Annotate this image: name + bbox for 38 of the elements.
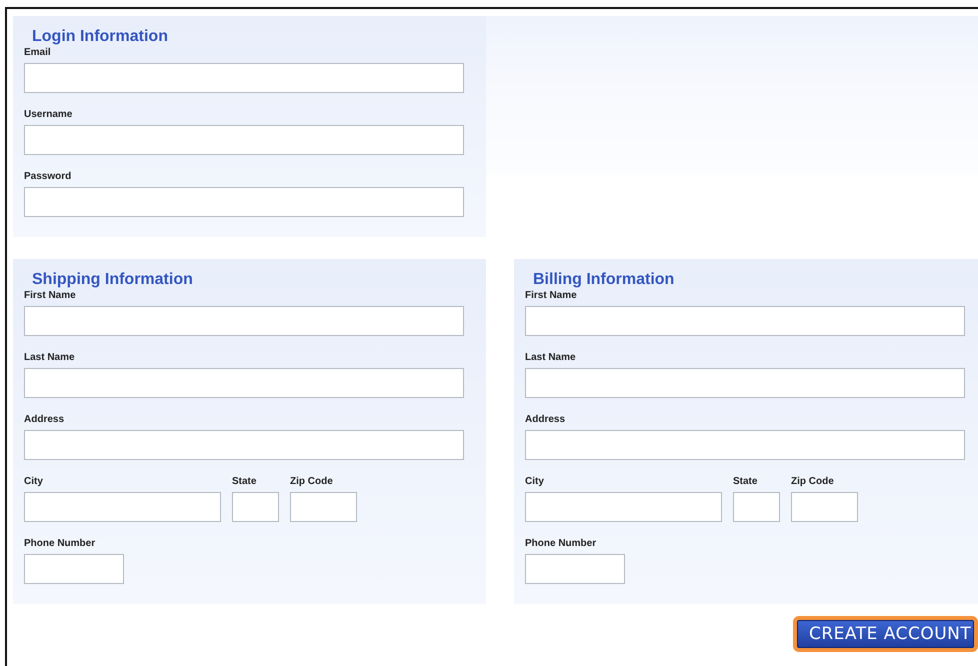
text-field[interactable] — [791, 492, 858, 522]
text-field[interactable] — [525, 492, 722, 522]
text-field[interactable] — [24, 63, 464, 93]
field-label: Phone Number — [24, 538, 96, 550]
text-field[interactable] — [525, 554, 625, 584]
section-title: Billing Information — [532, 270, 676, 290]
text-field[interactable] — [24, 368, 464, 398]
text-field[interactable] — [24, 430, 464, 460]
field-label: Phone Number — [525, 538, 598, 550]
field-label: First Name — [525, 290, 578, 302]
field-label: City — [24, 476, 44, 488]
text-field[interactable] — [290, 492, 357, 522]
create-account-button[interactable]: CREATE ACCOUNT — [793, 616, 978, 652]
text-field[interactable] — [24, 554, 124, 584]
field-label: Username — [24, 109, 74, 121]
text-field[interactable] — [24, 125, 464, 155]
field-label: Zip Code — [290, 476, 334, 488]
text-field[interactable] — [525, 430, 965, 460]
text-field[interactable] — [525, 306, 965, 336]
field-label: City — [525, 476, 545, 488]
section-title: Shipping Information — [31, 270, 194, 290]
text-field[interactable] — [525, 368, 965, 398]
field-label: Last Name — [525, 352, 577, 364]
field-label: First Name — [24, 290, 77, 302]
field-label: State — [733, 476, 758, 488]
text-field[interactable] — [733, 492, 780, 522]
text-field[interactable] — [232, 492, 279, 522]
field-label: Address — [525, 414, 566, 426]
field-label: Email — [24, 47, 52, 59]
field-label: Password — [24, 171, 72, 183]
field-label: State — [232, 476, 258, 488]
field-label: Zip Code — [791, 476, 835, 488]
text-field[interactable] — [24, 187, 464, 217]
text-field[interactable] — [24, 492, 221, 522]
field-label: Last Name — [24, 352, 76, 364]
field-label: Address — [24, 414, 66, 426]
section-title: Login Information — [31, 27, 169, 47]
text-field[interactable] — [24, 306, 464, 336]
